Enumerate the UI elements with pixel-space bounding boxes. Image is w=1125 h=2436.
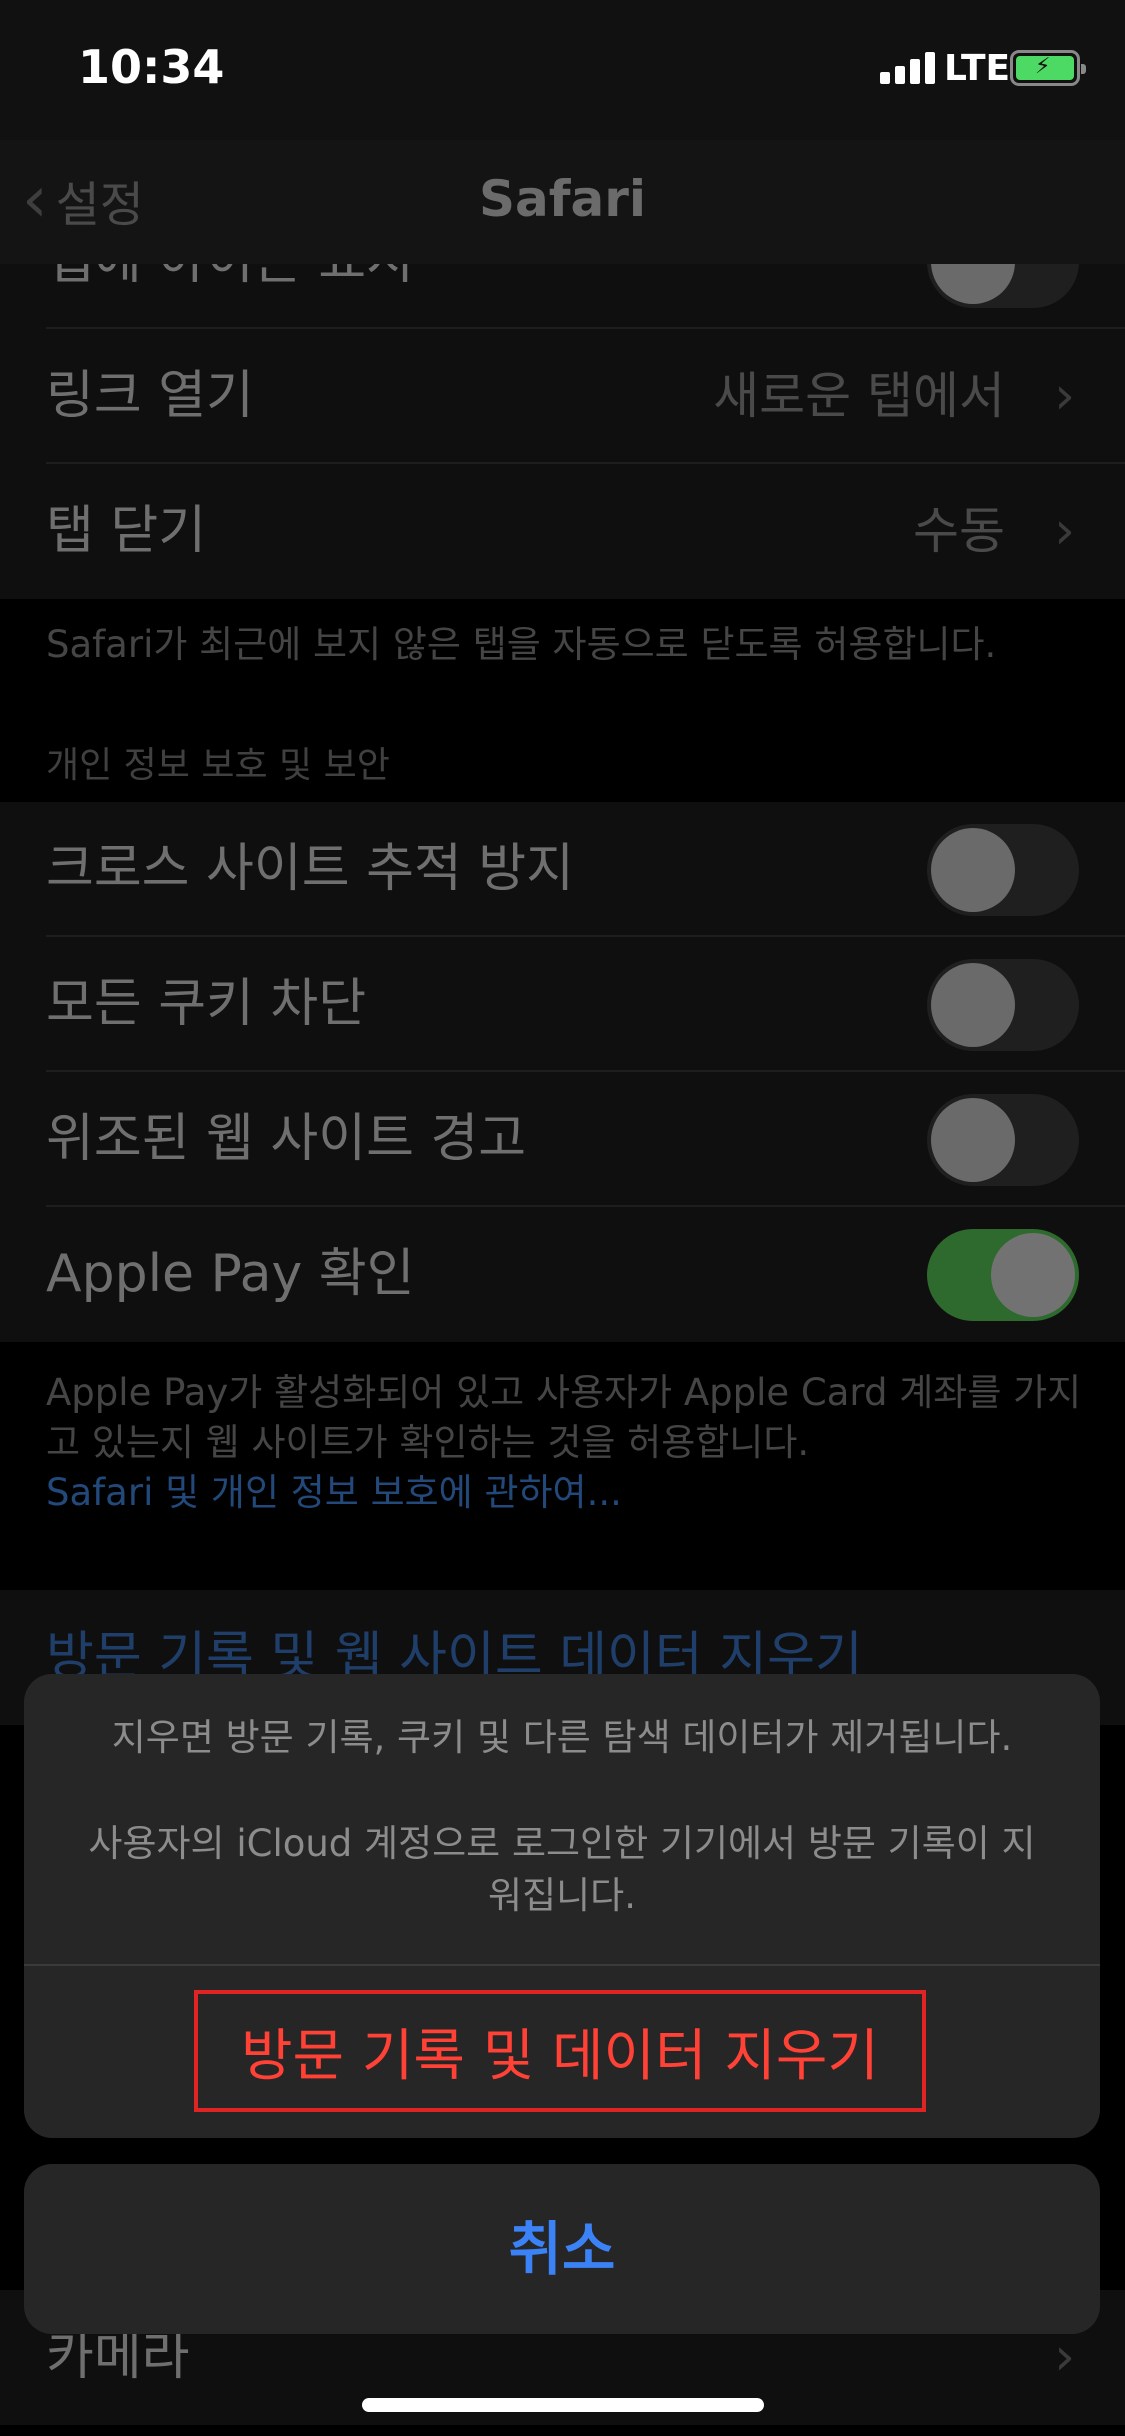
chevron-right-icon: › bbox=[1054, 501, 1075, 561]
privacy-footnote-text: Apple Pay가 활성화되어 있고 사용자가 Apple Card 계좌를 … bbox=[46, 1371, 1082, 1464]
row-label: 크로스 사이트 추적 방지 bbox=[46, 839, 574, 899]
settings-group-tabs: 링크 열기 새로운 탭에서 › 탭 닫기 수동 › bbox=[0, 329, 1125, 599]
settings-group-tabs-top: 탭에 아이콘 표시 bbox=[0, 264, 1125, 329]
section-header-privacy: 개인 정보 보호 및 보안 bbox=[46, 745, 390, 786]
action-sheet-cancel-group: 취소 bbox=[24, 2164, 1100, 2334]
row-label: 위조된 웹 사이트 경고 bbox=[46, 1109, 527, 1169]
action-sheet: 지우면 방문 기록, 쿠키 및 다른 탐색 데이터가 제거됩니다. 사용자의 i… bbox=[24, 1674, 1100, 2138]
page-title: Safari bbox=[478, 170, 647, 228]
list-item-show-tab-icons[interactable]: 탭에 아이콘 표시 bbox=[0, 264, 1125, 329]
action-sheet-message-line2: 사용자의 iCloud 계정으로 로그인한 기기에서 방문 기록이 지워집니다. bbox=[88, 1822, 1036, 1917]
list-item-prevent-cross-site-tracking[interactable]: 크로스 사이트 추적 방지 bbox=[0, 802, 1125, 937]
toggle-check-apple-pay[interactable] bbox=[927, 1229, 1079, 1321]
chevron-right-icon: › bbox=[1054, 366, 1075, 426]
row-label: Apple Pay 확인 bbox=[46, 1244, 415, 1304]
row-label: 모든 쿠키 차단 bbox=[46, 974, 367, 1034]
cancel-button[interactable]: 취소 bbox=[24, 2164, 1100, 2334]
list-item-fraudulent-website-warning[interactable]: 위조된 웹 사이트 경고 bbox=[0, 1072, 1125, 1207]
privacy-footnote: Apple Pay가 활성화되어 있고 사용자가 Apple Card 계좌를 … bbox=[46, 1368, 1086, 1518]
row-label: 탭에 아이콘 표시 bbox=[46, 264, 414, 329]
row-value: 수동 bbox=[913, 502, 1005, 560]
toggle-show-tab-icons[interactable] bbox=[927, 264, 1079, 308]
row-label: 탭 닫기 bbox=[46, 501, 207, 561]
toggle-prevent-cross-site-tracking[interactable] bbox=[927, 824, 1079, 916]
row-value: 새로운 탭에서 bbox=[713, 367, 1005, 425]
list-item-check-apple-pay[interactable]: Apple Pay 확인 bbox=[0, 1207, 1125, 1342]
settings-group-privacy: 크로스 사이트 추적 방지 모든 쿠키 차단 위조된 웹 사이트 경고 Appl… bbox=[0, 802, 1125, 1342]
action-sheet-message: 지우면 방문 기록, 쿠키 및 다른 탐색 데이터가 제거됩니다. 사용자의 i… bbox=[84, 1712, 1040, 1922]
status-bar: 10:34 LTE ⚡ bbox=[0, 0, 1125, 140]
navigation-bar: ‹ 설정 Safari bbox=[0, 140, 1125, 265]
action-sheet-message-line1: 지우면 방문 기록, 쿠키 및 다른 탐색 데이터가 제거됩니다. bbox=[111, 1716, 1013, 1759]
action-sheet-divider bbox=[24, 1964, 1100, 1966]
list-item-open-links[interactable]: 링크 열기 새로운 탭에서 › bbox=[0, 329, 1125, 464]
network-type: LTE bbox=[944, 48, 1011, 89]
status-time: 10:34 bbox=[78, 40, 225, 94]
clear-history-and-data-button[interactable]: 방문 기록 및 데이터 지우기 bbox=[194, 1990, 926, 2112]
cellular-signal-icon bbox=[880, 52, 936, 84]
tabs-footnote: Safari가 최근에 보지 않은 탭을 자동으로 닫도록 허용합니다. bbox=[46, 623, 997, 666]
list-item-block-all-cookies[interactable]: 모든 쿠키 차단 bbox=[0, 937, 1125, 1072]
about-privacy-link[interactable]: Safari 및 개인 정보 보호에 관하여... bbox=[46, 1468, 1086, 1518]
toggle-block-all-cookies[interactable] bbox=[927, 959, 1079, 1051]
battery-charging-icon: ⚡ bbox=[1010, 50, 1086, 86]
list-item-close-tabs[interactable]: 탭 닫기 수동 › bbox=[0, 464, 1125, 599]
row-label: 링크 열기 bbox=[46, 366, 254, 426]
home-indicator[interactable] bbox=[362, 2398, 764, 2412]
toggle-fraudulent-website-warning[interactable] bbox=[927, 1094, 1079, 1186]
